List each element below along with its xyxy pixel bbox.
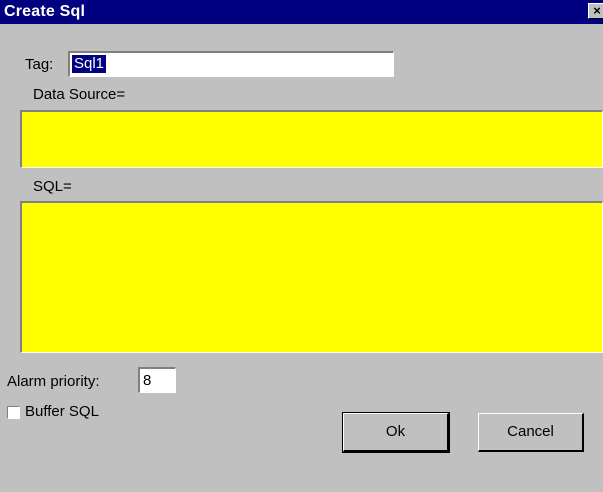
alarm-priority-value: 8 xyxy=(143,372,152,389)
tag-input[interactable]: Sql1 xyxy=(68,51,394,77)
tag-value: Sql1 xyxy=(72,55,107,73)
close-icon: × xyxy=(593,3,601,18)
close-button[interactable]: × xyxy=(588,3,603,19)
alarm-priority-input[interactable]: 8 xyxy=(138,367,176,393)
ok-button[interactable]: Ok xyxy=(342,412,450,453)
title-bar[interactable]: Create Sql × xyxy=(0,0,603,24)
sql-label: SQL= xyxy=(33,178,72,195)
buffer-sql-label[interactable]: Buffer SQL xyxy=(25,403,99,420)
cancel-button[interactable]: Cancel xyxy=(478,413,584,452)
data-source-field[interactable] xyxy=(20,110,603,168)
ok-button-label: Ok xyxy=(385,423,406,440)
cancel-button-label: Cancel xyxy=(507,423,554,440)
dialog-title: Create Sql xyxy=(4,3,86,20)
buffer-sql-checkbox[interactable] xyxy=(7,406,20,419)
sql-field[interactable] xyxy=(20,201,603,353)
create-sql-dialog: { "window": { "title": "Create Sql", "cl… xyxy=(0,0,603,492)
data-source-label: Data Source= xyxy=(33,86,126,103)
tag-label: Tag: xyxy=(25,56,54,73)
alarm-priority-label: Alarm priority: xyxy=(7,373,100,390)
